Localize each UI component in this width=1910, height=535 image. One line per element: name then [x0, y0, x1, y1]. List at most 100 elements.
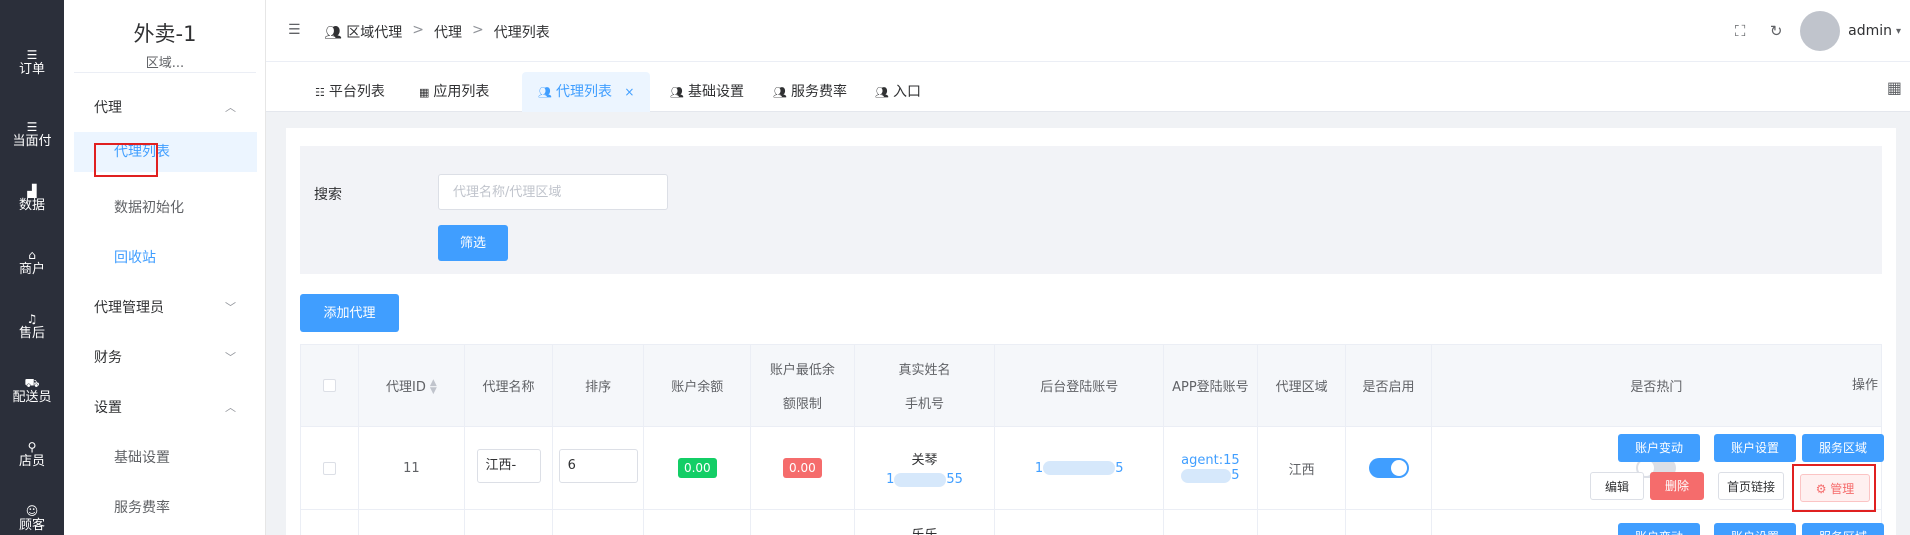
rail-item-customers[interactable]: ☺ 顾客	[0, 504, 64, 534]
sub-menu: 外卖-1 区域... 代理 ︿ 代理列表 数据初始化 回收站 代理管理员 ﹀ 财…	[64, 0, 266, 535]
breadcrumb-root[interactable]: 👥︎ 区域代理	[324, 22, 402, 42]
home-link-button[interactable]: 首页链接	[1718, 472, 1784, 500]
row-checkbox[interactable]	[322, 461, 336, 475]
rail-item-merchants[interactable]: ⌂ 商户	[0, 248, 64, 278]
balance-badge: 0.00	[677, 458, 717, 478]
tab-bar: ☷ 平台列表 ▦ 应用列表 👥︎ 代理列表 × 👥︎ 基础设置 👥︎ 服务费率 👥︎ 入口 …	[266, 62, 1910, 112]
tab-entry[interactable]: 👥︎ 入口	[859, 72, 937, 112]
redacted-mask	[1043, 461, 1116, 475]
service-area-button[interactable]: 服务区域	[1802, 523, 1884, 535]
account-change-button[interactable]: 账户变动	[1618, 434, 1700, 462]
row-actions: 账户变动 账户设置 服务区域 编辑 删除 首页链接 ⚙ 管理	[1590, 428, 1886, 512]
tab-service-fee[interactable]: 👥︎ 服务费率	[757, 72, 863, 112]
fullscreen-icon[interactable]: ⛶	[1722, 22, 1758, 40]
tab-platform-list[interactable]: ☷ 平台列表	[299, 72, 401, 112]
account-settings-button[interactable]: 账户设置	[1714, 434, 1796, 462]
search-label: 搜索	[314, 187, 342, 203]
users-icon: 👥︎	[538, 86, 552, 99]
real-name: 关琴	[911, 453, 938, 468]
min-balance-cell: 0.00	[750, 426, 855, 510]
rail-item-face-pay[interactable]: ☰ 当面付	[0, 120, 64, 150]
account-settings-button[interactable]: 账户设置	[1714, 523, 1796, 535]
backend-account-cell: 15	[994, 426, 1164, 510]
region-cell: 江西	[1256, 426, 1347, 510]
edit-button[interactable]: 编辑	[1590, 472, 1644, 500]
chevron-up-icon: ︿	[225, 101, 236, 114]
add-agent-button[interactable]: 添加代理	[300, 294, 399, 332]
highlight-box	[94, 143, 158, 177]
phone-number[interactable]: 1 55	[855, 472, 995, 487]
backend-account[interactable]: 15	[1035, 461, 1124, 476]
chevron-down-icon[interactable]: ▾	[1896, 26, 1910, 37]
rail-item-couriers[interactable]: ⛟ 配送员	[0, 376, 64, 406]
col-agent-name: 代理名称	[464, 344, 553, 427]
sort-cell: 6	[551, 426, 645, 510]
brand-subtitle[interactable]: 区域...	[64, 52, 266, 71]
redacted-mask	[894, 472, 947, 487]
chevron-up-icon: ︿	[225, 401, 236, 414]
divider	[74, 72, 256, 73]
menu-item-data-init[interactable]: 数据初始化	[64, 188, 266, 228]
highlight-box	[1792, 464, 1876, 512]
shop-icon: ⌂	[28, 248, 36, 262]
collapse-menu-icon[interactable]: ☰	[288, 22, 301, 38]
menu-item-recycle[interactable]: 回收站	[64, 238, 266, 278]
users-icon: 👥︎	[324, 25, 347, 41]
close-icon[interactable]: ×	[624, 85, 634, 99]
refresh-icon[interactable]: ↻	[1758, 22, 1794, 40]
list-icon: ☰	[26, 120, 38, 134]
breadcrumb-mid[interactable]: 代理	[434, 22, 462, 42]
list-icon: ☰	[26, 48, 38, 62]
tab-agent-list[interactable]: 👥︎ 代理列表 ×	[522, 72, 651, 112]
agent-name-input[interactable]: 江西-	[476, 449, 541, 483]
top-right-tools: ⛶ ↻ admin ▾	[1722, 10, 1910, 52]
sort-input[interactable]: 6	[558, 449, 638, 483]
rail-item-data[interactable]: ▟ 数据	[0, 184, 64, 214]
tab-basic-settings[interactable]: 👥︎ 基础设置	[654, 72, 760, 112]
rail-item-aftersales[interactable]: ♫ 售后	[0, 312, 64, 342]
rail-item-clerks[interactable]: ⚲ 店员	[0, 440, 64, 470]
breadcrumb: 👥︎ 区域代理 > 代理 > 代理列表	[324, 22, 550, 42]
col-min-balance: 账户最低余 额限制	[750, 344, 855, 427]
row-select-cell	[300, 426, 359, 510]
menu-group-agent[interactable]: 代理 ︿	[64, 89, 266, 127]
app-account-cell: agent:155	[1162, 426, 1258, 510]
brand-title: 外卖-1	[133, 22, 197, 46]
table-header-row: 代理ID ▲ ▼ 代理名称 排序 账户余额 账户最低余 额限制 真实姓名 手机号 后台登…	[300, 344, 1883, 427]
users-icon: 👥︎	[670, 86, 684, 99]
col-region: 代理区域	[1256, 344, 1347, 427]
breadcrumb-leaf: 代理列表	[493, 25, 550, 41]
app-account[interactable]: agent:155	[1181, 453, 1239, 483]
tab-app-list[interactable]: ▦ 应用列表	[403, 72, 505, 112]
grid-menu-icon[interactable]: ▦	[1887, 78, 1902, 97]
menu-item-service-fee[interactable]: 服务费率	[64, 488, 266, 528]
menu-group-finance[interactable]: 财务 ﹀	[64, 339, 266, 377]
search-input[interactable]	[438, 174, 668, 210]
sort-icon[interactable]: ▲ ▼	[430, 379, 437, 396]
enabled-toggle[interactable]	[1368, 458, 1409, 478]
customer-icon: ☺	[25, 504, 39, 518]
col-sort: 排序	[551, 344, 645, 427]
menu-group-settings[interactable]: 设置 ︿	[64, 389, 266, 427]
menu-group-agent-admin[interactable]: 代理管理员 ﹀	[64, 289, 266, 327]
col-real-name: 真实姓名 手机号	[853, 344, 996, 427]
select-all-checkbox[interactable]	[322, 379, 336, 392]
real-name: 乐乐	[855, 510, 995, 535]
account-change-button[interactable]: 账户变动	[1618, 523, 1700, 535]
users-icon: 👥︎	[875, 86, 889, 99]
headset-icon: ♫	[26, 312, 38, 326]
delete-button[interactable]: 删除	[1650, 472, 1704, 500]
service-area-button[interactable]: 服务区域	[1802, 434, 1884, 462]
col-balance: 账户余额	[643, 344, 752, 427]
user-name[interactable]: admin	[1848, 23, 1892, 39]
avatar[interactable]	[1800, 11, 1841, 51]
filter-button[interactable]: 筛选	[438, 225, 508, 261]
col-hot: 是否热门	[1430, 344, 1883, 427]
rail-item-orders[interactable]: ☰ 订单	[0, 48, 64, 78]
menu-item-basic-settings[interactable]: 基础设置	[64, 438, 266, 478]
col-agent-id[interactable]: 代理ID ▲ ▼	[357, 344, 466, 427]
real-name-cell: 关琴 1 55	[853, 426, 996, 510]
enabled-cell	[1345, 426, 1432, 510]
list-icon: ☷	[315, 86, 325, 99]
real-name-cell: 乐乐	[853, 509, 996, 535]
